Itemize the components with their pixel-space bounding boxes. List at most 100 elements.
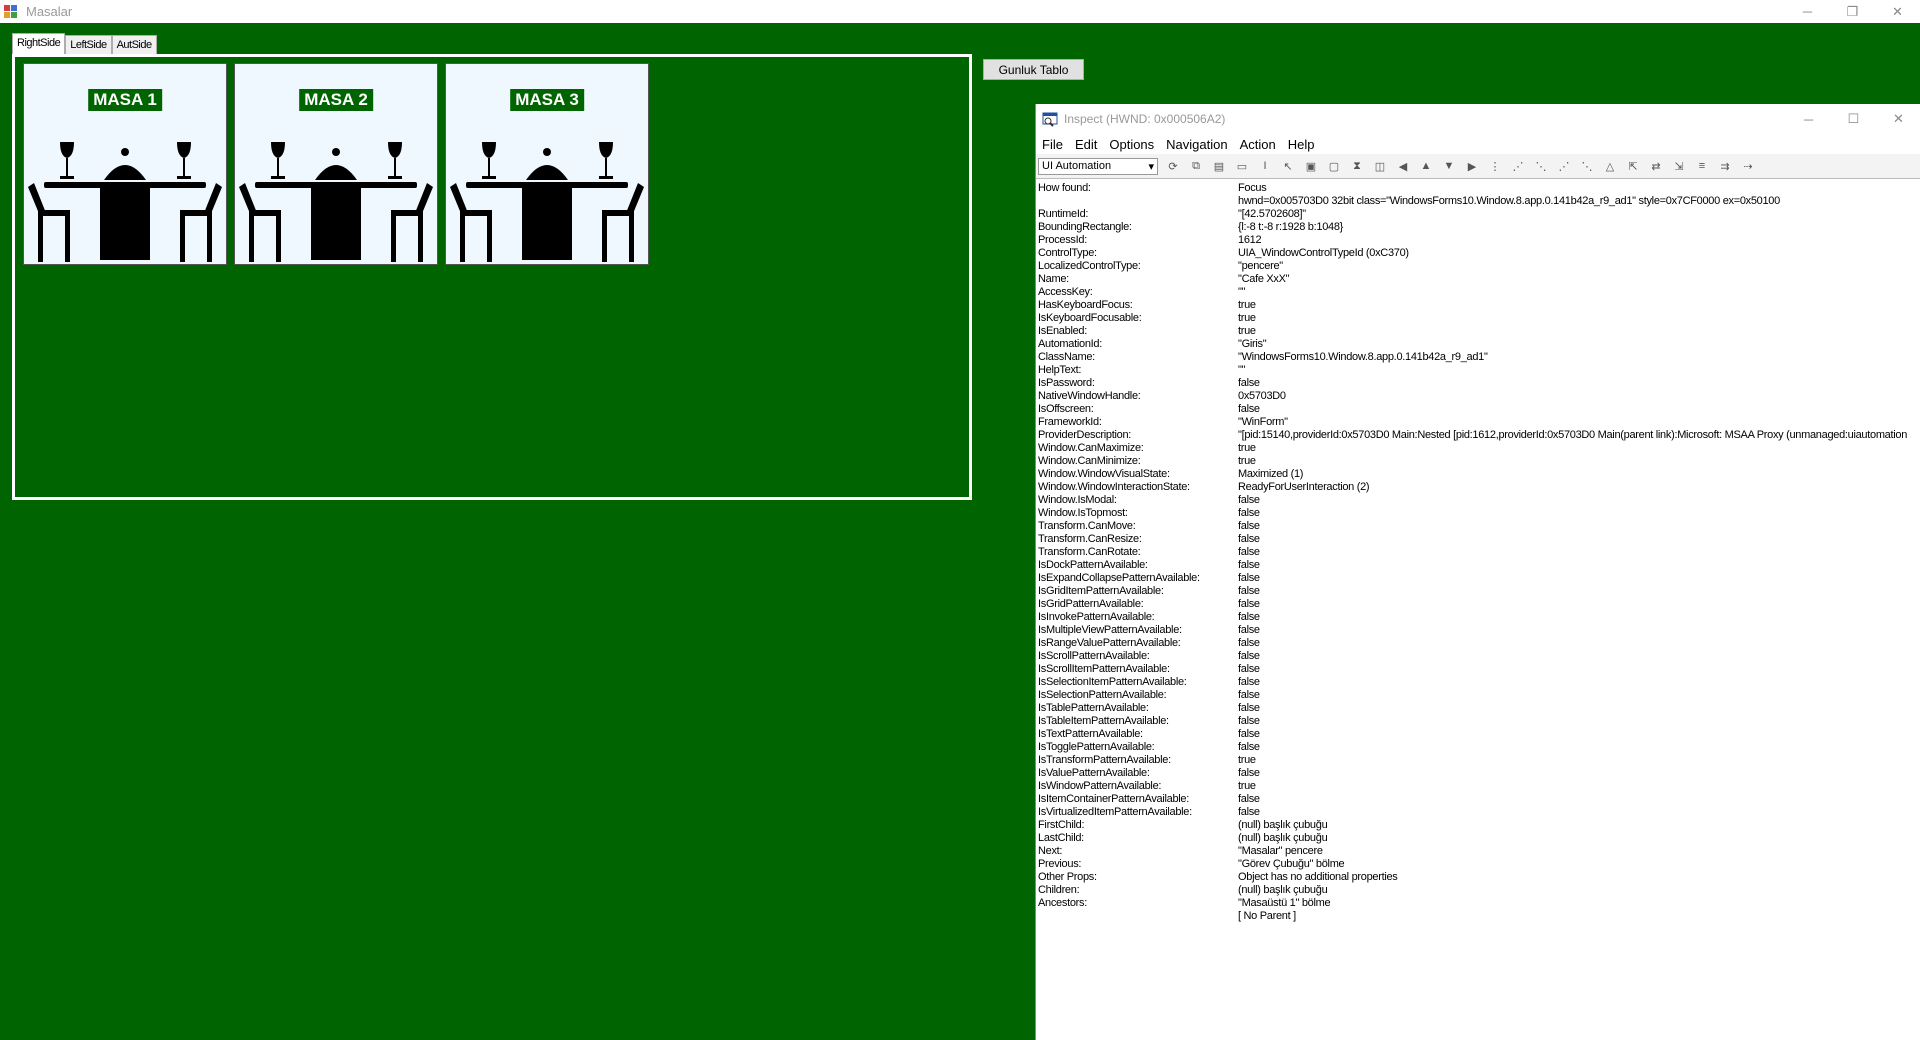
property-key: LastChild:: [1038, 832, 1084, 844]
property-value: 1612: [1238, 234, 1262, 246]
arrow-right-icon[interactable]: ▶: [1464, 158, 1480, 174]
menu-options[interactable]: Options: [1109, 137, 1154, 152]
property-row: IsSelectionPatternAvailable: false: [1038, 689, 1918, 702]
property-value: false: [1238, 624, 1260, 636]
property-key: LocalizedControlType:: [1038, 260, 1141, 272]
table-card-2[interactable]: MASA 2: [234, 63, 438, 265]
property-row: Previous: "Görev Çubuğu" bölme: [1038, 858, 1918, 871]
property-row: HelpText: "": [1038, 364, 1918, 377]
property-key: IsTransformPatternAvailable:: [1038, 754, 1171, 766]
property-row: LocalizedControlType: "pencere": [1038, 260, 1918, 273]
property-value: "Masaüstü 1" bölme: [1238, 897, 1331, 909]
table-label: MASA 2: [299, 89, 373, 111]
table-card-3[interactable]: MASA 3: [445, 63, 649, 265]
toggle-icon[interactable]: ⇄: [1648, 158, 1664, 174]
highlight-rect-icon[interactable]: ▭: [1234, 158, 1250, 174]
property-value: true: [1238, 754, 1256, 766]
tree-prev-icon[interactable]: ⋰: [1556, 158, 1572, 174]
tooltip-icon[interactable]: ▣: [1303, 158, 1319, 174]
restore-button[interactable]: ❐: [1830, 0, 1875, 23]
property-value: {l:-8 t:-8 r:1928 b:1048}: [1238, 221, 1344, 233]
property-value: "": [1238, 364, 1246, 376]
inspect-app-icon: [1042, 111, 1058, 127]
property-row: Window.WindowVisualState: Maximized (1): [1038, 468, 1918, 481]
tab-leftside[interactable]: LeftSide: [65, 35, 112, 55]
gunluk-tablo-button[interactable]: Gunluk Tablo: [983, 59, 1084, 80]
property-row: Window.IsModal: false: [1038, 494, 1918, 507]
property-row: FrameworkId: "WinForm": [1038, 416, 1918, 429]
minimize-button[interactable]: ─: [1785, 0, 1830, 23]
tab-rightside[interactable]: RightSide: [12, 33, 66, 55]
tree-last-child-icon[interactable]: ⋱: [1579, 158, 1595, 174]
property-key: RuntimeId:: [1038, 208, 1089, 220]
property-row: Transform.CanRotate: false: [1038, 546, 1918, 559]
property-key: ClassName:: [1038, 351, 1095, 363]
property-value: false: [1238, 715, 1260, 727]
inspect-minimize-button[interactable]: ─: [1786, 104, 1831, 134]
dining-table-icon: [239, 142, 433, 262]
tree-first-child-icon[interactable]: ⋰: [1510, 158, 1526, 174]
refresh-icon[interactable]: ⟳: [1165, 158, 1181, 174]
select-icon[interactable]: ≡: [1694, 158, 1710, 174]
property-value: "Görev Çubuğu" bölme: [1238, 858, 1345, 870]
property-key: ProviderDescription:: [1038, 429, 1132, 441]
expand-icon[interactable]: ⇱: [1625, 158, 1641, 174]
collapse-icon[interactable]: ⇲: [1671, 158, 1687, 174]
copy-icon[interactable]: ⧉: [1188, 158, 1204, 174]
property-value: "[42.5702608]": [1238, 208, 1306, 220]
mode-select[interactable]: UI Automation ▾: [1038, 157, 1158, 175]
property-key: IsKeyboardFocusable:: [1038, 312, 1142, 324]
watch-icon[interactable]: ◫: [1372, 158, 1388, 174]
property-value: 0x5703D0: [1238, 390, 1286, 402]
arrow-down-icon[interactable]: ▼: [1441, 158, 1457, 174]
property-value: false: [1238, 637, 1260, 649]
property-key: Transform.CanRotate:: [1038, 546, 1141, 558]
scroll-icon[interactable]: ⇢: [1740, 158, 1756, 174]
tree-next-icon[interactable]: ⋱: [1533, 158, 1549, 174]
property-key: IsTablePatternAvailable:: [1038, 702, 1149, 714]
property-key: ProcessId:: [1038, 234, 1087, 246]
property-key: Transform.CanMove:: [1038, 520, 1136, 532]
property-key: Window.IsTopmost:: [1038, 507, 1128, 519]
tab-autside[interactable]: AutSide: [111, 35, 157, 55]
tree-root-icon[interactable]: △: [1602, 158, 1618, 174]
menu-action[interactable]: Action: [1240, 137, 1276, 152]
menu-help[interactable]: Help: [1288, 137, 1315, 152]
menu-edit[interactable]: Edit: [1075, 137, 1097, 152]
inspect-toolbar: UI Automation ▾ ⟳ ⧉ ▤ ▭ Ι ↖ ▣ ▢ ⧗ ◫ ◀ ▲ …: [1036, 154, 1920, 179]
property-row: Name: "Cafe XxX": [1038, 273, 1918, 286]
tree-parent-icon[interactable]: ⋮: [1487, 158, 1503, 174]
property-row: IsVirtualizedItemPatternAvailable: false: [1038, 806, 1918, 819]
property-key: How found:: [1038, 182, 1091, 194]
property-value: Maximized (1): [1238, 468, 1304, 480]
property-key: IsGridItemPatternAvailable:: [1038, 585, 1164, 597]
focus-rect-icon[interactable]: ▢: [1326, 158, 1342, 174]
property-key: AccessKey:: [1038, 286, 1093, 298]
side-tabs: RightSide LeftSide AutSide: [12, 33, 157, 55]
table-label: MASA 3: [510, 89, 584, 111]
menu-file[interactable]: File: [1042, 137, 1063, 152]
inspect-close-button[interactable]: ✕: [1876, 104, 1920, 134]
property-row: IsRangeValuePatternAvailable: false: [1038, 637, 1918, 650]
properties-icon[interactable]: ▤: [1211, 158, 1227, 174]
property-row: RuntimeId: "[42.5702608]": [1038, 208, 1918, 221]
property-value: true: [1238, 312, 1256, 324]
chevron-down-icon: ▾: [1148, 160, 1154, 173]
pointer-icon[interactable]: ↖: [1280, 158, 1296, 174]
menu-navigation[interactable]: Navigation: [1166, 137, 1227, 152]
properties-list: How found: Focus hwnd=0x005703D0 32bit cla…: [1038, 182, 1918, 923]
app-icon: [4, 4, 18, 19]
property-key: Window.CanMaximize:: [1038, 442, 1144, 454]
hourglass-icon[interactable]: ⧗: [1349, 158, 1365, 174]
inspect-maximize-button[interactable]: ☐: [1831, 104, 1876, 134]
property-row: IsGridItemPatternAvailable: false: [1038, 585, 1918, 598]
close-button[interactable]: ✕: [1875, 0, 1920, 23]
caret-icon[interactable]: Ι: [1257, 158, 1273, 174]
property-key: IsEnabled:: [1038, 325, 1087, 337]
invoke-icon[interactable]: ⇉: [1717, 158, 1733, 174]
table-card-1[interactable]: MASA 1: [23, 63, 227, 265]
property-value: true: [1238, 780, 1256, 792]
arrow-up-icon[interactable]: ▲: [1418, 158, 1434, 174]
property-key: [1038, 195, 1238, 208]
arrow-left-icon[interactable]: ◀: [1395, 158, 1411, 174]
